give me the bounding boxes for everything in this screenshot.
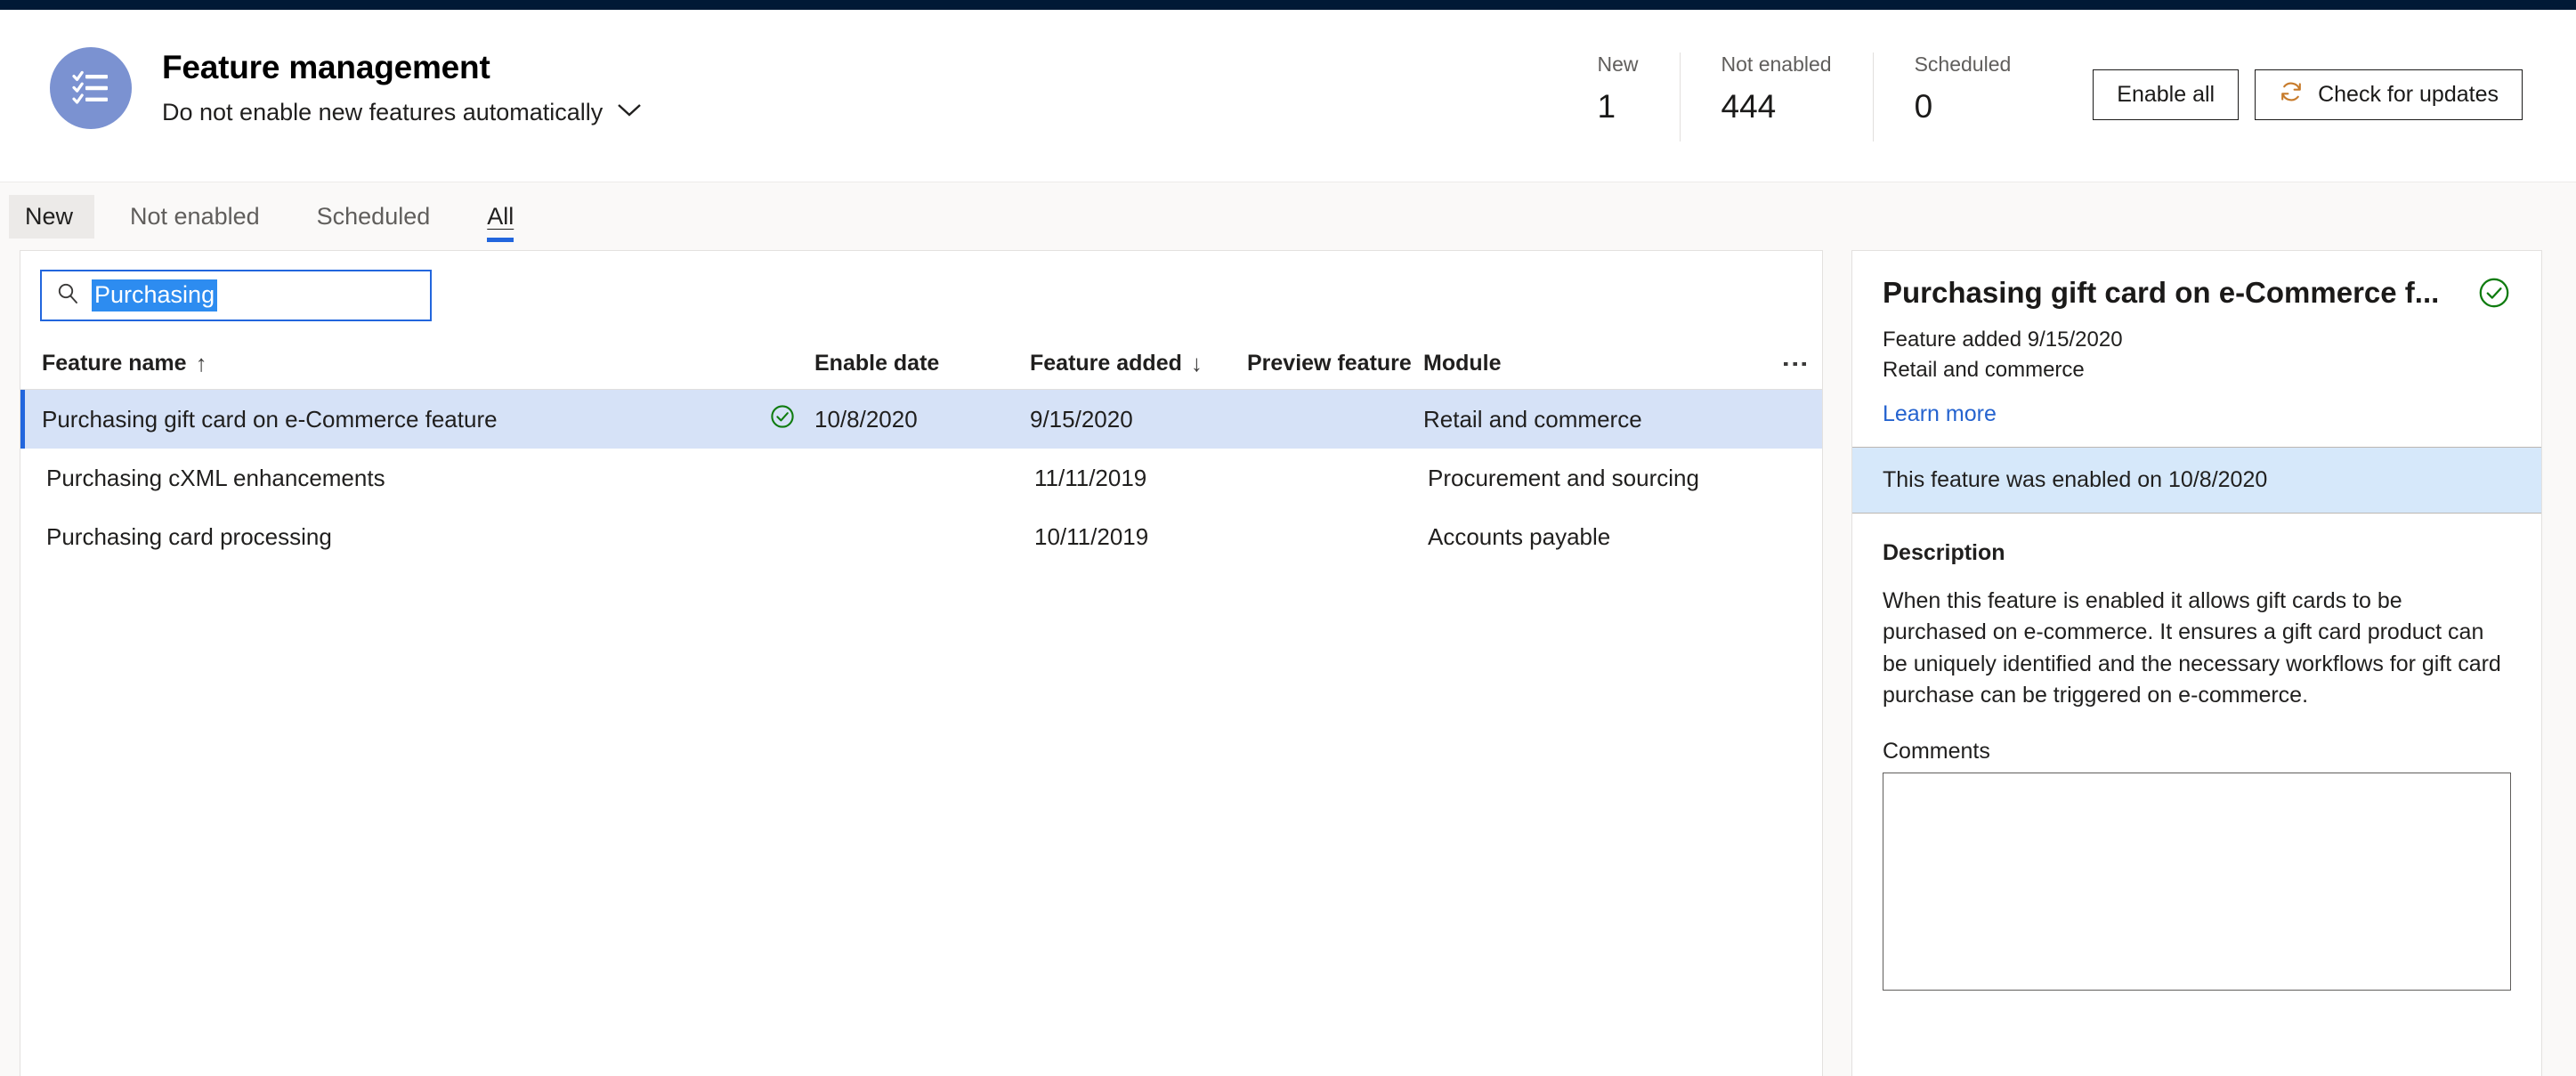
detail-feature-added: Feature added 9/15/2020 [1883, 328, 2123, 352]
cell-feature-added: 9/15/2020 [1030, 405, 1133, 433]
auto-enable-setting-label: Do not enable new features automatically [162, 98, 603, 125]
column-header-feature-added-label: Feature added [1030, 351, 1182, 376]
detail-body: Description When this feature is enabled… [1852, 514, 2541, 995]
avatar [50, 47, 132, 129]
search-input[interactable]: Purchasing [40, 270, 432, 321]
page-header: Feature management Do not enable new fea… [0, 10, 2576, 182]
header-identity: Feature management Do not enable new fea… [0, 10, 642, 129]
column-header-preview-feature-label: Preview feature [1247, 351, 1412, 376]
column-header-enable-date[interactable]: Enable date [814, 351, 1030, 376]
filter-tabs: New Not enabled Scheduled All [0, 182, 2576, 250]
feature-detail-panel: Purchasing gift card on e-Commerce f... … [1851, 250, 2542, 1076]
cell-feature-added: 10/11/2019 [1034, 522, 1149, 550]
comments-textarea[interactable] [1883, 772, 2511, 991]
cell-status [750, 403, 814, 436]
detail-module: Retail and commerce [1883, 357, 2085, 382]
tab-scheduled-label: Scheduled [316, 202, 431, 230]
cell-feature-name: Purchasing card processing [46, 522, 332, 550]
detail-header: Purchasing gift card on e-Commerce f... … [1852, 251, 2541, 447]
title-block: Feature management Do not enable new fea… [162, 49, 642, 126]
counter-scheduled: Scheduled 0 [1872, 53, 2053, 142]
cell-module: Accounts payable [1428, 522, 1611, 550]
column-header-feature-name-label: Feature name [42, 351, 187, 376]
sort-ascending-icon: ↑ [195, 350, 207, 376]
cell-feature-name: Purchasing gift card on e-Commerce featu… [42, 405, 498, 433]
counter-not-enabled-value: 444 [1721, 87, 1777, 125]
feature-list-panel: Purchasing Feature name ↑ Enable date Fe… [20, 250, 1823, 1076]
tab-not-enabled[interactable]: Not enabled [114, 195, 281, 239]
column-header-feature-name[interactable]: Feature name ↑ [42, 350, 750, 377]
search-icon [56, 282, 79, 310]
search-area: Purchasing [20, 251, 1822, 338]
page-title: Feature management [162, 49, 490, 86]
search-input-value: Purchasing [92, 279, 218, 311]
grid-header-row: Feature name ↑ Enable date Feature added… [20, 338, 1822, 390]
counter-scheduled-label: Scheduled [1914, 53, 2012, 76]
enable-all-label: Enable all [2117, 81, 2216, 107]
check-for-updates-label: Check for updates [2318, 81, 2499, 107]
learn-more-link[interactable]: Learn more [1883, 401, 1997, 427]
more-vertical-icon[interactable]: ⋮ [1778, 351, 1822, 377]
counter-not-enabled-label: Not enabled [1721, 53, 1832, 76]
header-action-buttons: Enable all Check for updates [2093, 69, 2523, 125]
counter-new-label: New [1597, 53, 1639, 76]
table-row[interactable]: Purchasing cXML enhancements 11/11/2019 … [20, 449, 1822, 507]
tab-new[interactable]: New [9, 194, 95, 239]
checklist-icon [69, 66, 113, 110]
tab-active-indicator [487, 237, 514, 242]
cell-feature-added: 11/11/2019 [1034, 464, 1147, 491]
enable-all-button[interactable]: Enable all [2093, 69, 2240, 120]
sort-descending-icon: ↓ [1190, 350, 1203, 376]
column-header-preview-feature[interactable]: Preview feature [1247, 351, 1423, 376]
table-row[interactable]: Purchasing card processing 10/11/2019 Ac… [20, 507, 1822, 566]
cell-feature-name: Purchasing cXML enhancements [46, 464, 385, 491]
tab-all-label: All [487, 202, 514, 230]
column-header-feature-added[interactable]: Feature added ↓ [1030, 350, 1247, 377]
cell-enable-date: 10/8/2020 [814, 405, 918, 433]
cell-module: Procurement and sourcing [1428, 464, 1699, 491]
detail-title-row: Purchasing gift card on e-Commerce f... [1883, 276, 2511, 314]
column-header-module-label: Module [1423, 351, 1502, 376]
counter-new-value: 1 [1597, 87, 1616, 125]
column-header-enable-date-label: Enable date [814, 351, 940, 376]
counter-new: New 1 [1557, 53, 1680, 142]
description-text: When this feature is enabled it allows g… [1883, 587, 2501, 708]
top-navigation-strip [0, 0, 2576, 10]
feature-counters: New 1 Not enabled 444 Scheduled 0 [1557, 53, 2053, 142]
tab-not-enabled-label: Not enabled [130, 202, 260, 230]
check-circle-icon [769, 403, 796, 436]
tab-all[interactable]: All [471, 195, 535, 242]
description-label: Description [1883, 539, 2005, 565]
column-header-module[interactable]: Module [1423, 351, 1762, 376]
check-for-updates-button[interactable]: Check for updates [2255, 69, 2523, 120]
comments-label: Comments [1883, 738, 1990, 764]
header-summary-and-actions: New 1 Not enabled 444 Scheduled 0 Enable… [1557, 10, 2523, 142]
refresh-icon [2279, 79, 2304, 110]
detail-title: Purchasing gift card on e-Commerce f... [1883, 276, 2440, 309]
tab-new-label: New [25, 202, 74, 230]
tab-scheduled[interactable]: Scheduled [301, 195, 452, 239]
counter-scheduled-value: 0 [1914, 87, 1933, 125]
main-content: Purchasing Feature name ↑ Enable date Fe… [0, 250, 2576, 1076]
table-row[interactable]: Purchasing gift card on e-Commerce featu… [20, 390, 1822, 449]
check-circle-icon [2477, 276, 2511, 314]
counter-not-enabled: Not enabled 444 [1679, 53, 1873, 142]
cell-module: Retail and commerce [1423, 405, 1642, 433]
status-banner: This feature was enabled on 10/8/2020 [1852, 446, 2541, 514]
auto-enable-setting-dropdown[interactable]: Do not enable new features automatically [162, 99, 642, 126]
chevron-down-icon [617, 102, 642, 122]
